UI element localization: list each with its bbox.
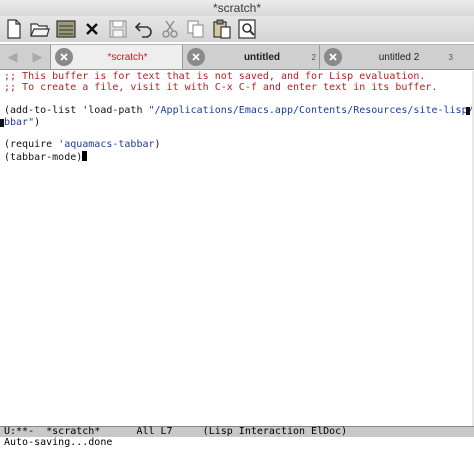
- paste-button[interactable]: [210, 17, 234, 41]
- code-text: (add-to-list 'load-path: [4, 105, 149, 117]
- folder-open-icon: [30, 23, 50, 37]
- code-text: ): [154, 139, 161, 151]
- copy-pages-icon: [187, 20, 204, 38]
- mode-line: U:**- *scratch* All L7 (Lisp Interaction…: [0, 426, 474, 437]
- line-wrap-indicator: [466, 107, 470, 116]
- close-icon: [60, 53, 68, 61]
- code-text: ): [34, 116, 41, 128]
- open-file-button[interactable]: [28, 17, 52, 41]
- tab-scroll-left-button[interactable]: ◀: [8, 50, 18, 65]
- tab-close-button[interactable]: [324, 48, 342, 66]
- new-file-button[interactable]: [2, 17, 26, 41]
- cut-button[interactable]: [158, 17, 182, 41]
- toolbar: [0, 16, 474, 42]
- close-x-icon: [86, 23, 98, 35]
- code-text: (require: [4, 139, 59, 151]
- save-button[interactable]: [106, 17, 130, 41]
- close-buffer-button[interactable]: [80, 17, 104, 41]
- undo-arrow-icon: [134, 22, 152, 38]
- code-line: (add-to-list 'load-path "/Applications/E…: [4, 105, 474, 116]
- new-document-icon: [7, 19, 21, 39]
- tab-untitled-2[interactable]: untitled 2 3: [319, 45, 456, 69]
- tab-number: 2: [311, 53, 316, 62]
- buffer-list-icon: [56, 20, 76, 38]
- buffer-list-button[interactable]: [54, 17, 78, 41]
- string-literal: bbar": [4, 116, 35, 128]
- tab-close-button[interactable]: [187, 48, 205, 66]
- string-literal: "/Applications/Emacs.app/Contents/Resour…: [148, 105, 474, 117]
- code-line: (tabbar-mode): [4, 150, 474, 163]
- comment-line: ;; This buffer is for text that is not s…: [4, 71, 426, 82]
- tab-number: 3: [448, 53, 453, 62]
- tab-untitled[interactable]: untitled 2: [182, 45, 319, 69]
- close-icon: [192, 53, 200, 61]
- window-title: *scratch*: [0, 0, 474, 16]
- magnifier-icon: [238, 19, 256, 39]
- tab-label: untitled 2: [378, 51, 420, 63]
- tab-scroll-right-button[interactable]: ▶: [33, 50, 43, 65]
- copy-button[interactable]: [184, 17, 208, 41]
- line-continuation-indicator: [0, 118, 4, 127]
- code-line: (require 'aquamacs-tabbar): [4, 139, 474, 150]
- minibuffer[interactable]: Auto-saving...done: [0, 437, 474, 449]
- code-text: (tabbar-mode): [4, 151, 83, 163]
- floppy-disk-icon: [109, 20, 127, 38]
- tab-scratch[interactable]: *scratch*: [50, 45, 182, 69]
- comment-line: ;; To create a file, visit it with C-x C…: [4, 82, 438, 94]
- tab-bar: ◀ ▶ *scratch* untitled 2 untitled 2 3: [0, 44, 474, 70]
- code-line: bbar"): [0, 116, 474, 128]
- editor-buffer[interactable]: ;; This buffer is for text that is not s…: [0, 71, 474, 427]
- text-cursor: [82, 150, 88, 161]
- quoted-symbol: 'aquamacs-tabbar: [58, 139, 155, 151]
- scissors-icon: [162, 20, 178, 38]
- tab-label: *scratch*: [107, 51, 148, 63]
- tab-nav: ◀ ▶: [0, 45, 50, 69]
- clipboard-icon: [213, 19, 231, 39]
- search-button[interactable]: [236, 17, 260, 41]
- undo-button[interactable]: [132, 17, 156, 41]
- tab-label: untitled: [243, 51, 281, 63]
- tab-close-button[interactable]: [55, 48, 73, 66]
- close-icon: [329, 53, 337, 61]
